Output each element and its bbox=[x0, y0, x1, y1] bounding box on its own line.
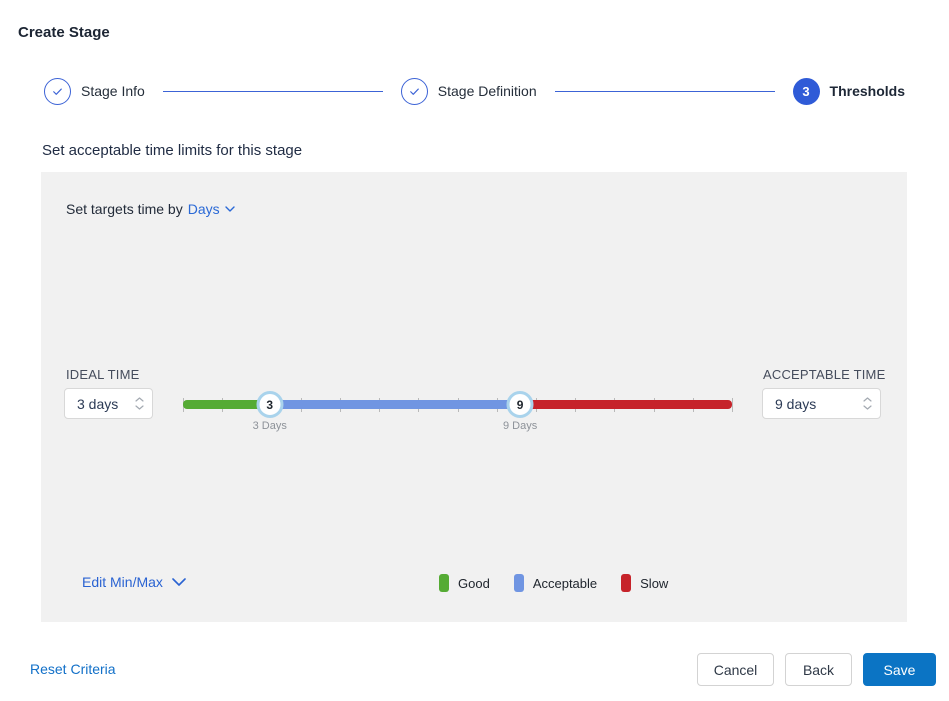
good-swatch bbox=[439, 574, 449, 592]
acceptable-time-label: ACCEPTABLE TIME bbox=[763, 367, 885, 382]
legend-item-acceptable: Acceptable bbox=[514, 574, 597, 592]
chevron-down-icon bbox=[172, 578, 186, 586]
step-complete-icon bbox=[44, 78, 71, 105]
stepper-connector bbox=[163, 91, 383, 92]
stepper-connector bbox=[555, 91, 775, 92]
time-range-slider[interactable]: 3 9 3 Days 9 Days bbox=[183, 384, 732, 434]
slow-swatch bbox=[621, 574, 631, 592]
acceptable-time-stepper[interactable] bbox=[762, 388, 881, 419]
legend-item-good: Good bbox=[439, 574, 490, 592]
save-button[interactable]: Save bbox=[863, 653, 936, 686]
slider-legend: Good Acceptable Slow bbox=[439, 574, 668, 592]
edit-minmax-label: Edit Min/Max bbox=[82, 574, 163, 590]
cancel-button[interactable]: Cancel bbox=[697, 653, 774, 686]
step-complete-icon bbox=[401, 78, 428, 105]
step-stage-info[interactable]: Stage Info bbox=[44, 78, 145, 105]
targets-time-label: Set targets time by bbox=[66, 201, 183, 217]
chevron-down-icon bbox=[225, 206, 235, 212]
acceptable-swatch bbox=[514, 574, 524, 592]
step-stage-definition[interactable]: Stage Definition bbox=[401, 78, 537, 105]
edit-minmax-link[interactable]: Edit Min/Max bbox=[82, 574, 186, 590]
thresholds-panel: Set targets time by Days IDEAL TIME 3 9 bbox=[41, 172, 907, 622]
unit-dropdown-value: Days bbox=[188, 201, 220, 217]
legend-label: Good bbox=[458, 576, 490, 591]
create-stage-dialog: Create Stage Stage Info Stage Definition… bbox=[0, 0, 949, 701]
back-button[interactable]: Back bbox=[785, 653, 852, 686]
spinner-controls bbox=[863, 389, 872, 418]
step-label: Thresholds bbox=[830, 83, 905, 99]
step-label: Stage Info bbox=[81, 83, 145, 99]
slider-handle-max[interactable]: 9 bbox=[507, 391, 534, 418]
segment-acceptable bbox=[270, 400, 520, 409]
step-thresholds[interactable]: 3 Thresholds bbox=[793, 78, 905, 105]
section-heading: Set acceptable time limits for this stag… bbox=[42, 142, 302, 159]
ideal-time-stepper[interactable] bbox=[64, 388, 153, 419]
legend-label: Acceptable bbox=[533, 576, 597, 591]
slider-handle-min[interactable]: 3 bbox=[256, 391, 283, 418]
reset-criteria-link[interactable]: Reset Criteria bbox=[30, 661, 116, 677]
spinner-up-icon[interactable] bbox=[863, 397, 872, 402]
step-number-badge: 3 bbox=[793, 78, 820, 105]
segment-slow bbox=[520, 400, 732, 409]
page-title: Create Stage bbox=[18, 24, 110, 41]
legend-label: Slow bbox=[640, 576, 668, 591]
slider-handle-max-caption: 9 Days bbox=[503, 420, 537, 432]
targets-time-row: Set targets time by Days bbox=[66, 201, 235, 217]
unit-dropdown[interactable]: Days bbox=[188, 201, 235, 217]
wizard-stepper: Stage Info Stage Definition 3 Thresholds bbox=[44, 76, 905, 106]
spinner-down-icon[interactable] bbox=[135, 405, 144, 410]
spinner-down-icon[interactable] bbox=[863, 405, 872, 410]
slider-handle-min-caption: 3 Days bbox=[253, 420, 287, 432]
step-label: Stage Definition bbox=[438, 83, 537, 99]
footer-buttons: Cancel Back Save bbox=[697, 653, 936, 686]
legend-item-slow: Slow bbox=[621, 574, 668, 592]
spinner-up-icon[interactable] bbox=[135, 397, 144, 402]
ideal-time-label: IDEAL TIME bbox=[66, 367, 140, 382]
spinner-controls bbox=[135, 389, 144, 418]
